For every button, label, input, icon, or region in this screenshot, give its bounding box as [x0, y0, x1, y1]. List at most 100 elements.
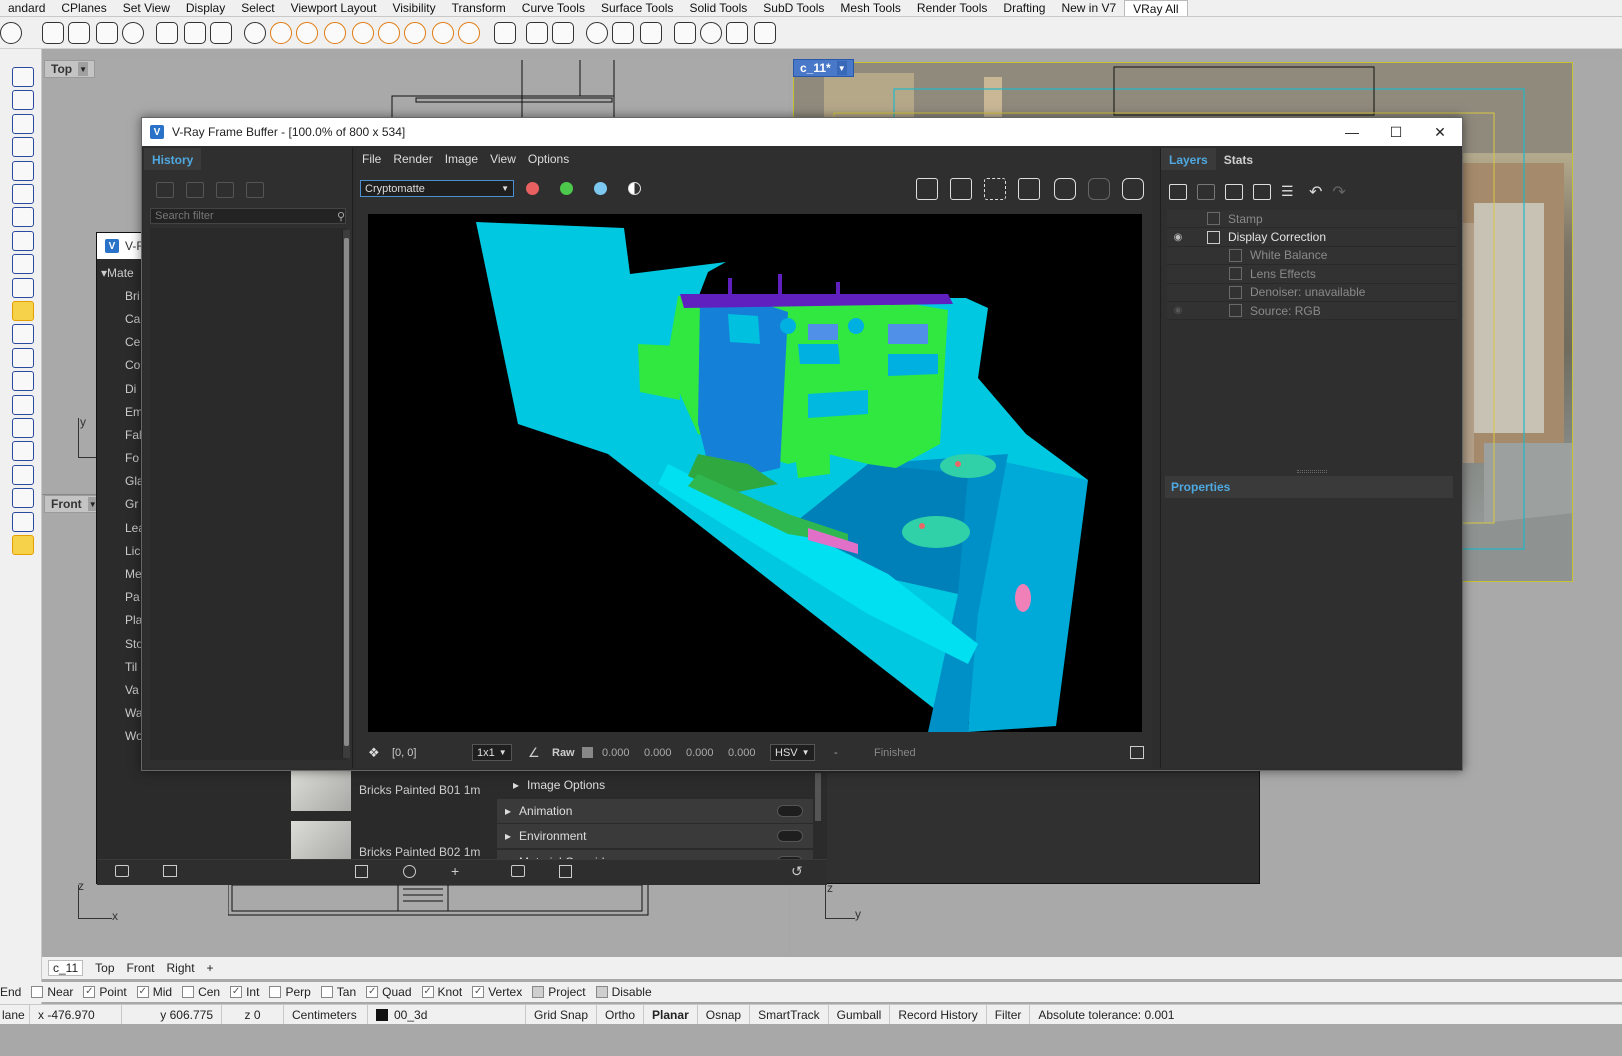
- material-category[interactable]: Me: [97, 562, 145, 585]
- ribbon-tab[interactable]: New in V7: [1053, 0, 1124, 16]
- osnap-checkbox[interactable]: [269, 986, 282, 998]
- save-image-icon[interactable]: [916, 178, 938, 200]
- channel-select[interactable]: Cryptomatte ▼: [360, 180, 514, 197]
- osnap-vertex[interactable]: ✓ Vertex: [472, 985, 522, 999]
- tool-icon[interactable]: [432, 22, 454, 44]
- vfb-menu-item[interactable]: Options: [528, 152, 569, 166]
- add-icon[interactable]: +: [451, 863, 459, 879]
- left-tool-icon[interactable]: [12, 277, 34, 298]
- layer-row[interactable]: Lens Effects: [1167, 265, 1457, 284]
- osnap-checkbox[interactable]: ✓: [83, 986, 96, 998]
- settings-rollout[interactable]: ▸ Animation: [497, 798, 813, 823]
- osnap-checkbox[interactable]: [320, 986, 333, 998]
- grid-view-icon[interactable]: [355, 865, 368, 878]
- tool-icon[interactable]: [244, 22, 266, 44]
- material-category[interactable]: Bri: [97, 284, 145, 307]
- layer-row[interactable]: White Balance: [1167, 246, 1457, 266]
- left-tool-icon[interactable]: [12, 394, 34, 415]
- osnap-project[interactable]: Project: [532, 985, 586, 999]
- ribbon-tab[interactable]: Viewport Layout: [283, 0, 385, 16]
- vfb-menu-item[interactable]: Image: [445, 152, 478, 166]
- colorspace-select[interactable]: HSV ▼: [770, 744, 815, 761]
- material-section-header[interactable]: ▾ Mate: [97, 261, 145, 284]
- ribbon-tab[interactable]: Surface Tools: [593, 0, 682, 16]
- osnap-cen[interactable]: Cen: [182, 985, 220, 999]
- minimize-button[interactable]: —: [1330, 118, 1374, 146]
- maximize-button[interactable]: ☐: [1374, 118, 1418, 146]
- tool-icon[interactable]: [726, 22, 748, 44]
- blue-channel-toggle[interactable]: [594, 182, 607, 195]
- tool-icon[interactable]: [270, 22, 292, 44]
- material-category[interactable]: Fo: [97, 447, 145, 470]
- vfb-menu-item[interactable]: View: [490, 152, 516, 166]
- tool-icon[interactable]: [68, 22, 90, 44]
- refresh-icon[interactable]: [403, 865, 416, 878]
- layer-row[interactable]: ◉ Source: RGB: [1167, 301, 1457, 321]
- left-tool-icon[interactable]: [12, 488, 34, 509]
- osnap-point[interactable]: ✓ Point: [83, 985, 127, 999]
- viewport-tab-right[interactable]: Right: [167, 961, 195, 975]
- reset-icon[interactable]: ↺: [791, 863, 803, 880]
- tool-icon[interactable]: [324, 22, 346, 44]
- grid-snap-toggle[interactable]: Grid Snap: [526, 1005, 598, 1024]
- tool-icon[interactable]: [458, 22, 480, 44]
- chevron-down-icon[interactable]: ▼: [78, 62, 89, 76]
- current-layer[interactable]: 00_3d: [368, 1005, 526, 1024]
- ribbon-tab[interactable]: CPlanes: [53, 0, 114, 16]
- viewport-tab-top[interactable]: Top: [95, 961, 114, 975]
- rollout-toggle[interactable]: [777, 804, 803, 817]
- ribbon-tab[interactable]: andard: [0, 0, 53, 16]
- osnap-int[interactable]: ✓ Int: [230, 985, 259, 999]
- vfb-menu-item[interactable]: File: [362, 152, 381, 166]
- render-teapot-icon[interactable]: [1122, 178, 1144, 200]
- osnap-checkbox[interactable]: ✓: [366, 986, 379, 998]
- tool-icon[interactable]: [352, 22, 374, 44]
- save-to-history-icon[interactable]: [156, 182, 174, 198]
- cplane-indicator[interactable]: lane: [0, 1005, 30, 1024]
- open-folder-icon[interactable]: [511, 865, 525, 877]
- left-tool-icon[interactable]: [12, 301, 34, 321]
- tool-icon[interactable]: [526, 22, 548, 44]
- left-tool-icon[interactable]: [12, 418, 34, 438]
- tool-icon[interactable]: [586, 22, 608, 44]
- material-category[interactable]: Wo: [97, 725, 145, 748]
- gumball-toggle[interactable]: Gumball: [829, 1005, 891, 1024]
- load-layer-preset-icon[interactable]: [1253, 184, 1271, 200]
- stop-render-icon[interactable]: [1088, 178, 1110, 200]
- material-preview-label[interactable]: Bricks Painted B01 1m: [359, 783, 480, 797]
- raw-toggle[interactable]: [582, 747, 593, 758]
- region-render-icon[interactable]: [984, 178, 1006, 200]
- tool-icon[interactable]: [296, 22, 318, 44]
- left-tool-icon[interactable]: [12, 254, 34, 275]
- ortho-toggle[interactable]: Ortho: [597, 1005, 645, 1024]
- material-category[interactable]: Ca: [97, 307, 145, 330]
- units[interactable]: Centimeters: [284, 1005, 368, 1024]
- ribbon-tab[interactable]: Display: [178, 0, 233, 16]
- tool-icon[interactable]: [700, 22, 722, 44]
- osnap-checkbox[interactable]: [182, 986, 195, 998]
- material-category[interactable]: Em: [97, 400, 145, 423]
- layer-row[interactable]: Stamp: [1167, 210, 1457, 229]
- material-category[interactable]: Co: [97, 354, 145, 377]
- history-list[interactable]: [150, 228, 346, 760]
- left-tool-icon[interactable]: [12, 90, 34, 111]
- red-channel-toggle[interactable]: [526, 182, 539, 195]
- pin-icon[interactable]: ❖: [368, 745, 380, 761]
- material-category[interactable]: Pa: [97, 586, 145, 609]
- save-icon[interactable]: [559, 865, 572, 878]
- left-tool-icon[interactable]: [12, 207, 34, 228]
- osnap-checkbox[interactable]: ✓: [472, 986, 485, 998]
- material-category[interactable]: Wa: [97, 702, 145, 725]
- material-category[interactable]: Di: [97, 377, 145, 400]
- history-search-input[interactable]: Search filter ⚲: [150, 208, 346, 224]
- settings-scrollbar[interactable]: [815, 773, 821, 821]
- left-tool-icon[interactable]: [12, 511, 34, 532]
- viewport-tab-front[interactable]: Front: [127, 961, 155, 975]
- left-tool-icon[interactable]: [12, 324, 34, 345]
- material-category[interactable]: Va: [97, 678, 145, 701]
- tool-icon[interactable]: [122, 22, 144, 44]
- save-layer-preset-icon[interactable]: [1225, 184, 1243, 200]
- delete-layer-icon[interactable]: [1197, 184, 1215, 200]
- tab-layers[interactable]: Layers: [1161, 148, 1216, 170]
- ribbon-tab[interactable]: SubD Tools: [755, 0, 832, 16]
